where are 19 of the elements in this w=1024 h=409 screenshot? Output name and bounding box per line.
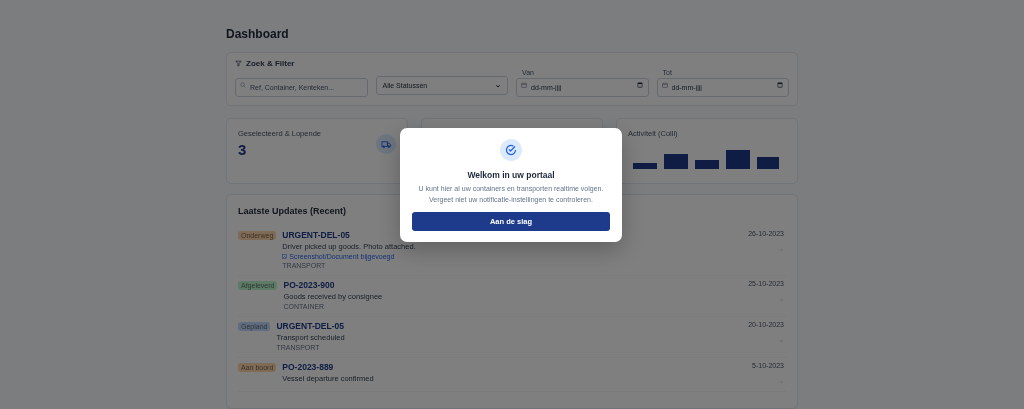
calendar-icon (636, 82, 643, 88)
search-icon (240, 82, 246, 88)
shipment-reference: PO-2023-900 (283, 280, 335, 290)
filter-title: Zoek & Filter (246, 59, 295, 68)
shipment-reference: URGENT-DEL-05 (282, 230, 350, 240)
filter-icon (235, 60, 242, 67)
updates-title: Laatste Updates (Recent) (238, 206, 347, 216)
calendar-icon (777, 82, 783, 88)
check-circle-icon (500, 139, 522, 161)
truck-icon (376, 134, 396, 154)
image-icon (282, 254, 288, 259)
page-title: Dashboard (226, 27, 290, 41)
chevron-down-icon (495, 82, 501, 89)
calendar-icon (661, 82, 668, 88)
shipment-reference: URGENT-DEL-05 (276, 321, 344, 331)
stat-value: 3 (238, 141, 247, 158)
calendar-icon (521, 82, 527, 88)
shipment-reference: PO-2023-889 (282, 362, 334, 372)
dialog-title: Welkom in uw portaal (467, 170, 555, 180)
